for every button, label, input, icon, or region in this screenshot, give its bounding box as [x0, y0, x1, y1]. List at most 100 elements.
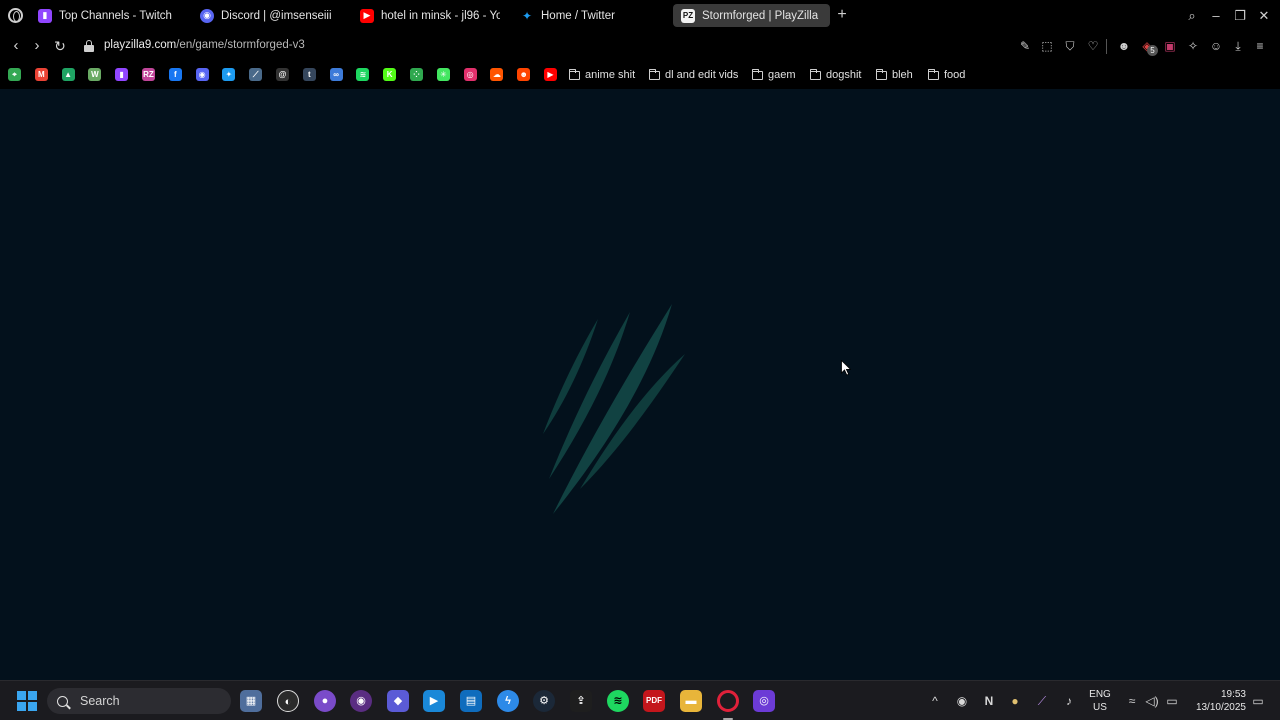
search-label: Search — [80, 694, 120, 708]
drive-icon[interactable]: ▲ — [61, 68, 75, 81]
windows-taskbar: Search ▦ ◐ ● ◉ ◆ ▶ ▤ ϟ ⚙ ⇪ ≋ PDF ▬ ◎ ^ ◉… — [0, 680, 1280, 720]
discord-icon[interactable]: ◉ — [195, 68, 209, 81]
app-indigo-icon[interactable]: ◆ — [387, 690, 409, 712]
spotify-icon[interactable]: ≋ — [607, 690, 629, 712]
new-tab-button[interactable]: + — [834, 7, 850, 23]
spotify-icon[interactable]: ≋ — [356, 68, 370, 81]
folder-icon — [752, 68, 763, 80]
bookmark-folder[interactable]: bleh — [876, 68, 913, 82]
wifi-icon[interactable]: ≈ — [1124, 693, 1140, 709]
bookmark-folder[interactable]: food — [928, 68, 965, 82]
opera-gx-icon[interactable] — [717, 690, 739, 712]
kick-icon[interactable]: K — [383, 68, 397, 81]
bookmark-folder[interactable]: dogshit — [810, 68, 861, 82]
shield-icon[interactable]: ⛉ — [1063, 39, 1077, 53]
windows-start-icon[interactable] — [17, 691, 37, 711]
tray-n-icon[interactable]: N — [981, 693, 997, 709]
twitter-icon: ✦ — [521, 8, 533, 23]
instagram-icon[interactable]: ◎ — [463, 68, 477, 81]
back-button[interactable]: ‹ — [6, 36, 26, 56]
lock-icon[interactable] — [84, 40, 94, 52]
lang-top: ENG — [1089, 689, 1111, 700]
app-violet-icon[interactable]: ◉ — [350, 690, 372, 712]
soundcloud-icon[interactable]: ☁ — [490, 68, 504, 81]
twitter-icon[interactable]: ✦ — [222, 68, 236, 81]
app-bolt-icon[interactable]: ϟ — [497, 690, 519, 712]
download-icon[interactable]: ⤓ — [1231, 39, 1245, 53]
tab-discord[interactable]: ◉ Discord | @imsenseiii — [192, 4, 352, 27]
tray-red-icon[interactable]: ◉ — [954, 693, 970, 709]
folder-icon — [876, 68, 887, 80]
gmail-icon[interactable]: M — [34, 68, 48, 81]
tab-title: Discord | @imsenseiii — [221, 9, 332, 22]
app-camera-icon[interactable]: ◎ — [753, 690, 775, 712]
crunchyroll-icon[interactable]: RZ — [142, 68, 155, 81]
heart-icon[interactable]: ♡ — [1086, 39, 1100, 53]
extension-pink-icon[interactable]: ▣ — [1163, 39, 1177, 53]
pdf-icon[interactable]: PDF — [643, 690, 665, 712]
tumblr-icon[interactable]: t — [302, 68, 316, 81]
folder-label: gaem — [768, 69, 796, 81]
snapshot-icon[interactable]: ⬚ — [1040, 39, 1054, 53]
facebook-icon[interactable]: f — [168, 68, 182, 81]
linktree-icon[interactable]: ✳ — [436, 68, 450, 81]
app-upload-icon[interactable]: ⇪ — [570, 690, 592, 712]
extensions-puzzle-icon[interactable]: ✧ — [1186, 39, 1200, 53]
maps-icon[interactable]: ⌖ — [8, 68, 21, 81]
zoom-icon[interactable]: ▶ — [423, 690, 445, 712]
folder-label: food — [944, 69, 966, 81]
tab-youtube[interactable]: ▶ hotel in minsk - jl96 - YouTube — [352, 4, 500, 27]
wordle-icon[interactable]: W — [88, 68, 102, 81]
game-loading-area[interactable] — [0, 89, 1280, 680]
osu-link-icon[interactable]: ⟋ — [249, 68, 263, 81]
twitch-icon[interactable]: ▮ — [115, 68, 129, 81]
extension-face-icon[interactable]: ☻ — [1117, 39, 1131, 53]
tab-twitch[interactable]: ▮ Top Channels - Twitch — [30, 4, 190, 27]
bookmark-folder[interactable]: anime shit — [569, 68, 635, 82]
profile-icon[interactable]: ☺ — [1209, 39, 1223, 53]
close-button[interactable]: ✕ — [1254, 6, 1274, 26]
obs-icon[interactable]: ◐ — [277, 690, 299, 712]
address-bar: ‹ › ↻ playzilla9.com/en/game/stormforged… — [0, 31, 1280, 61]
search-tabs-icon[interactable]: ⌕ — [1182, 6, 1202, 26]
link-icon[interactable]: ∞ — [329, 68, 343, 81]
url-path: /en/game/stormforged-v3 — [176, 39, 305, 51]
menu-icon[interactable]: ≡ — [1253, 39, 1267, 53]
microphone-icon[interactable]: ♪ — [1061, 693, 1077, 709]
battery-icon[interactable]: ▭ — [1164, 693, 1180, 709]
tray-overflow-icon[interactable]: ^ — [928, 693, 942, 709]
restore-button[interactable]: ❐ — [1230, 6, 1250, 26]
search-icon — [57, 695, 68, 707]
folder-icon — [810, 68, 821, 80]
volume-icon[interactable]: ◁) — [1144, 693, 1160, 709]
file-explorer-icon[interactable]: ▬ — [680, 690, 702, 712]
bookmark-folder[interactable]: gaem — [752, 68, 796, 82]
app-purple-icon[interactable]: ● — [314, 690, 336, 712]
notifications-icon[interactable]: ▭ — [1251, 693, 1265, 709]
threads-icon[interactable]: @ — [276, 68, 289, 81]
steam-icon[interactable]: ⚙ — [533, 690, 555, 712]
pin-icon[interactable]: ✎ — [1018, 39, 1032, 53]
tab-twitter[interactable]: ✦ Home / Twitter — [512, 4, 672, 27]
grid-icon[interactable]: ⁘ — [410, 68, 423, 81]
reddit-icon[interactable]: ☻ — [517, 68, 531, 81]
clock-time: 19:53 — [1220, 689, 1246, 700]
minimize-button[interactable]: – — [1206, 6, 1226, 26]
url-field[interactable]: playzilla9.com/en/game/stormforged-v3 — [104, 39, 305, 51]
folder-label: anime shit — [585, 69, 636, 81]
twitch-icon: ▮ — [38, 8, 52, 23]
language-indicator[interactable]: ENG US — [1087, 688, 1113, 714]
youtube-icon[interactable]: ▶ — [544, 68, 557, 81]
folder-label: dogshit — [826, 69, 862, 81]
clock[interactable]: 19:53 13/10/2025 — [1184, 688, 1246, 714]
bookmark-folder[interactable]: dl and edit vids — [649, 68, 738, 82]
widgets-icon[interactable]: ▦ — [240, 690, 262, 712]
store-icon[interactable]: ▤ — [460, 690, 482, 712]
tab-playzilla[interactable]: PZ Stormforged | PlayZilla — [673, 4, 830, 27]
opera-logo-icon[interactable] — [0, 0, 30, 31]
tray-pen-icon[interactable]: ⟋ — [1034, 693, 1050, 709]
taskbar-search[interactable]: Search — [47, 688, 231, 714]
reload-button[interactable]: ↻ — [50, 36, 70, 56]
tray-ball-icon[interactable]: ● — [1007, 693, 1023, 709]
forward-button[interactable]: › — [27, 36, 47, 56]
